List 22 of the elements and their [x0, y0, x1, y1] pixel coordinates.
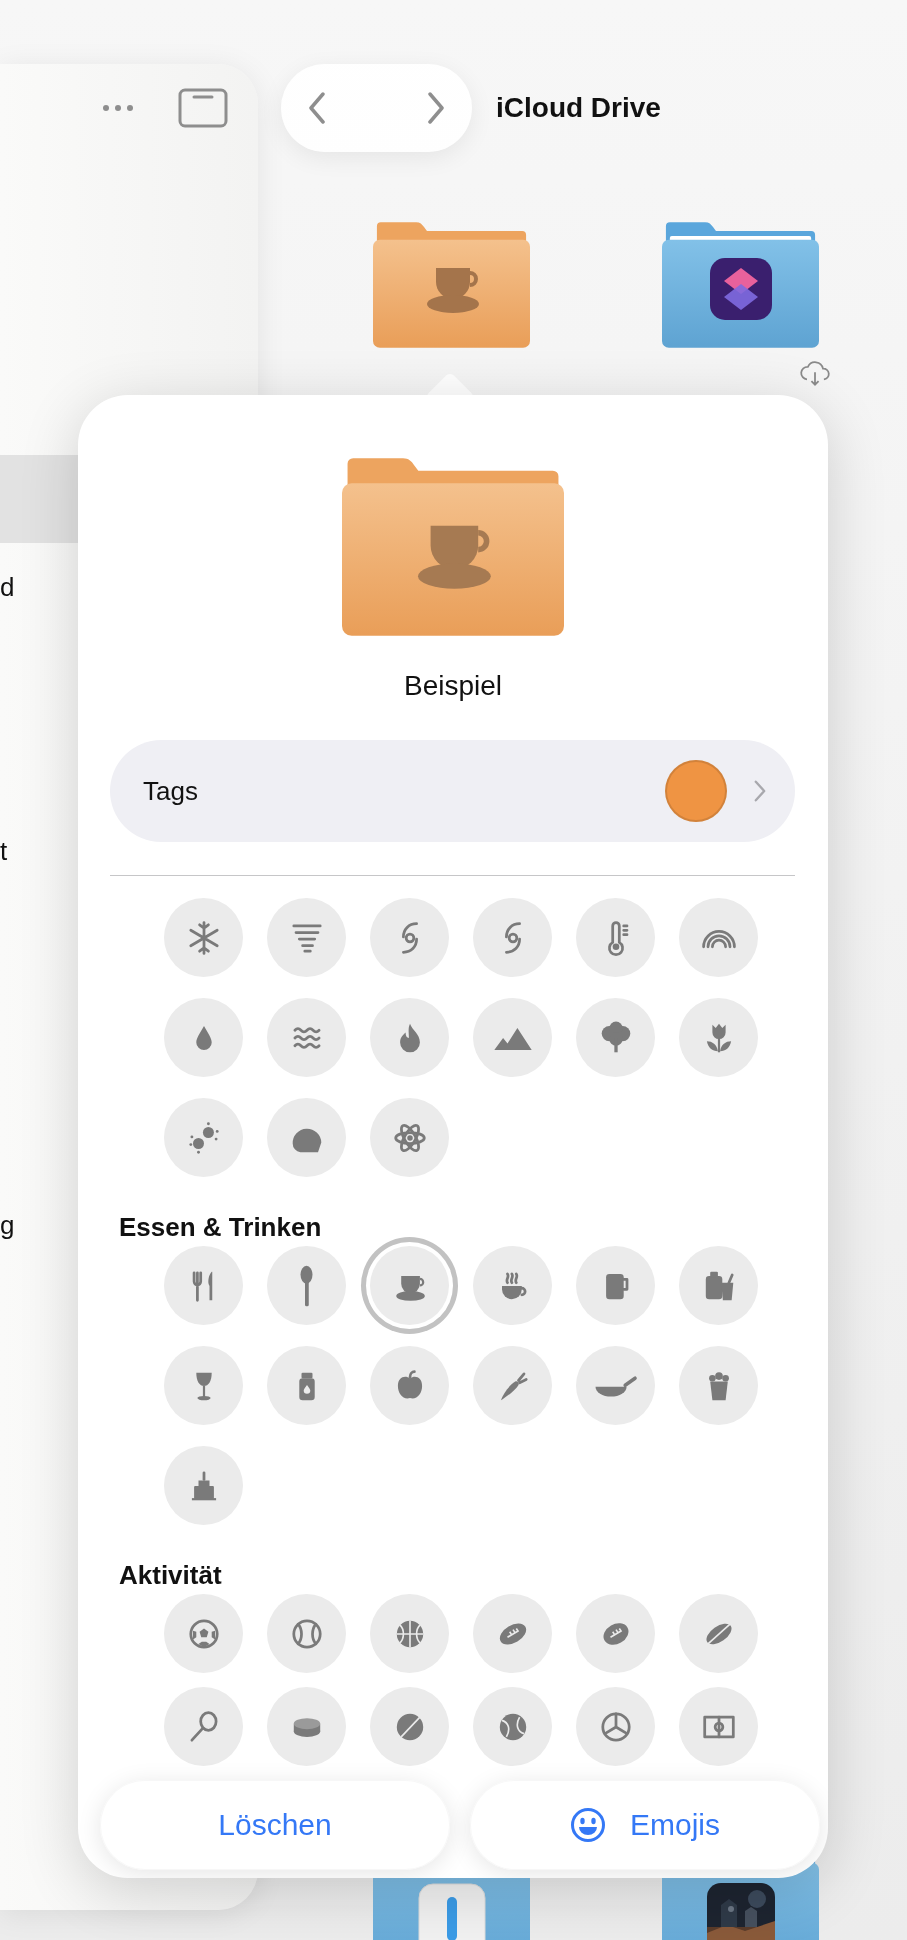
folder-name: Beispiel: [402, 669, 504, 703]
folder-icon: [342, 457, 564, 637]
sidebar-icon: [178, 88, 228, 128]
chevron-right-icon: [753, 779, 767, 803]
emojis-button[interactable]: Emojis: [470, 1780, 820, 1870]
chevron-right-icon: [426, 92, 446, 124]
section-heading: Essen & Trinken: [119, 1211, 323, 1244]
app-icon: [417, 1883, 486, 1940]
smiley-icon: [570, 1807, 606, 1843]
tags-row[interactable]: Tags: [110, 740, 795, 842]
sidebar-toggle-button[interactable]: [178, 88, 228, 128]
chevron-left-icon: [307, 92, 327, 124]
app-icon: [707, 256, 774, 322]
forward-button[interactable]: [426, 92, 446, 124]
pan-icon: [593, 1373, 638, 1398]
back-button[interactable]: [307, 92, 327, 124]
spoon-icon: [299, 1263, 314, 1308]
page-title: iCloud Drive: [496, 92, 661, 124]
cloud-download-icon: [799, 360, 831, 388]
delete-button[interactable]: Löschen: [100, 1780, 450, 1870]
section-heading: Aktivität: [119, 1559, 223, 1592]
folder-icon: [373, 222, 530, 348]
